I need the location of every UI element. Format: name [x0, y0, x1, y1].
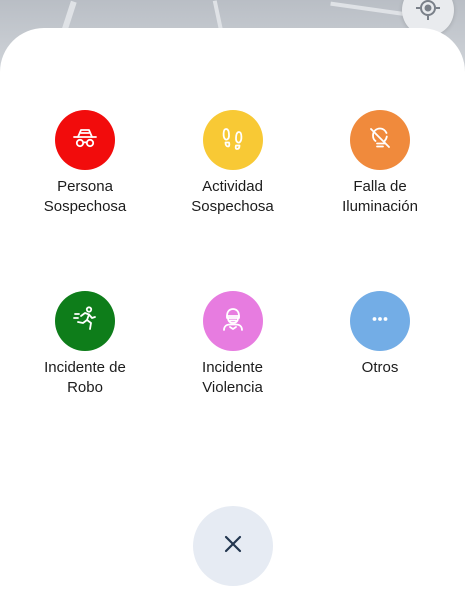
category-label: Incidente de Robo [44, 359, 126, 396]
category-otros[interactable]: Otros [322, 291, 438, 472]
locate-icon [415, 0, 441, 26]
category-icon-circle [350, 291, 410, 351]
running-person-icon [70, 304, 100, 339]
category-icon-circle [350, 110, 410, 170]
category-icon-circle [202, 291, 263, 351]
category-icon-circle [202, 110, 263, 170]
category-label: Falla de Iluminación [342, 178, 418, 215]
category-label: Persona Sospechosa [43, 178, 127, 215]
category-persona-sospechosa[interactable]: Persona Sospechosa [27, 110, 143, 291]
hat-glasses-icon [70, 123, 100, 158]
category-falla-iluminacion[interactable]: Falla de Iluminación [322, 110, 438, 291]
category-row: Persona Sospechosa Actividad Sospechosa [0, 110, 465, 291]
lightbulb-off-icon [365, 123, 395, 158]
close-icon [222, 533, 244, 560]
category-row: Incidente de Robo Incidente Violencia Ot… [0, 291, 465, 472]
category-label: Actividad Sospechosa [191, 178, 274, 215]
more-dots-icon [365, 304, 395, 339]
masked-person-icon [218, 304, 248, 339]
category-label: Otros [361, 359, 399, 376]
category-label: Incidente Violencia [202, 359, 263, 396]
category-icon-circle [55, 110, 115, 170]
category-incidente-robo[interactable]: Incidente de Robo [27, 291, 143, 472]
category-icon-circle [55, 291, 115, 351]
category-actividad-sospechosa[interactable]: Actividad Sospechosa [175, 110, 291, 291]
category-grid: Persona Sospechosa Actividad Sospechosa [0, 110, 465, 472]
category-incidente-violencia[interactable]: Incidente Violencia [175, 291, 291, 472]
close-button[interactable] [193, 506, 273, 586]
footprints-icon [218, 123, 248, 158]
